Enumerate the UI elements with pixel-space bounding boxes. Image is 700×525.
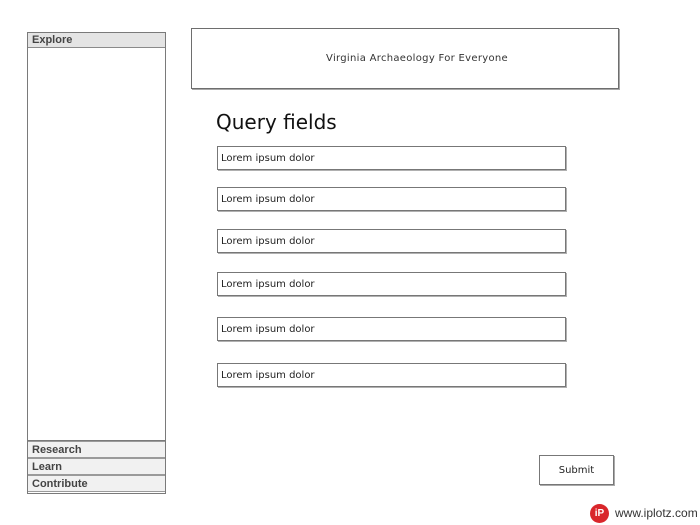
accordion-explore-header[interactable]: Explore bbox=[28, 33, 165, 48]
site-title: Virginia Archaeology For Everyone bbox=[326, 53, 508, 64]
iplotz-logo-icon: iP bbox=[590, 503, 609, 523]
header-banner: Virginia Archaeology For Everyone bbox=[191, 28, 619, 89]
iplotz-watermark: iP www.iplotz.com bbox=[590, 503, 698, 523]
query-field-4[interactable] bbox=[217, 272, 566, 296]
sidebar-accordion: Explore Research Learn Contribute bbox=[27, 32, 166, 494]
page-title: Query fields bbox=[216, 110, 337, 134]
submit-button[interactable]: Submit bbox=[539, 455, 614, 485]
accordion-contribute-header[interactable]: Contribute bbox=[28, 475, 165, 492]
query-field-6[interactable] bbox=[217, 363, 566, 387]
accordion-explore-panel bbox=[28, 48, 165, 441]
query-field-2[interactable] bbox=[217, 187, 566, 211]
watermark-site: www.iplotz.com bbox=[615, 506, 698, 520]
query-field-5[interactable] bbox=[217, 317, 566, 341]
query-field-3[interactable] bbox=[217, 229, 566, 253]
query-field-1[interactable] bbox=[217, 146, 566, 170]
accordion-research-header[interactable]: Research bbox=[28, 441, 165, 458]
accordion-learn-header[interactable]: Learn bbox=[28, 458, 165, 475]
